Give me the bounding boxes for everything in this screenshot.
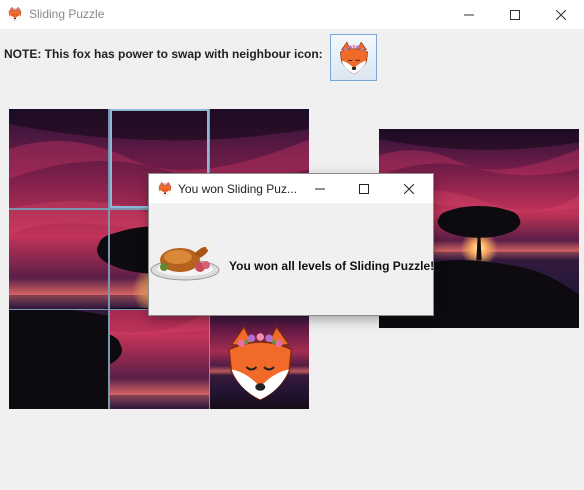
- fox-icon: [210, 310, 309, 409]
- image-piece: [9, 109, 108, 208]
- puzzle-tile[interactable]: [110, 310, 209, 409]
- puzzle-tile[interactable]: [9, 210, 108, 309]
- image-piece: [110, 310, 209, 409]
- close-icon: [404, 183, 414, 194]
- minimize-icon: [464, 14, 474, 15]
- puzzle-tile[interactable]: [9, 109, 108, 208]
- puzzle-tile[interactable]: [9, 310, 108, 409]
- maximize-icon: [510, 9, 520, 20]
- dialog-minimize-button[interactable]: [298, 174, 342, 203]
- roast-turkey-image: [150, 244, 220, 281]
- window-title: Sliding Puzzle: [29, 7, 105, 21]
- dialog-titlebar: You won Sliding Puz...: [149, 174, 433, 203]
- win-dialog: You won Sliding Puz... You won all level…: [149, 174, 435, 315]
- fox-swap-button[interactable]: [330, 34, 377, 81]
- image-piece: [9, 210, 108, 309]
- close-icon: [556, 9, 566, 20]
- minimize-icon: [315, 188, 325, 189]
- note-label: NOTE: This fox has power to swap with ne…: [4, 47, 323, 61]
- dialog-maximize-button[interactable]: [342, 174, 386, 203]
- window-titlebar: Sliding Puzzle: [0, 0, 584, 29]
- dialog-close-button[interactable]: [387, 174, 431, 203]
- close-button[interactable]: [538, 0, 584, 29]
- image-piece: [9, 310, 108, 409]
- maximize-icon: [359, 183, 369, 194]
- fox-tile[interactable]: [210, 310, 309, 409]
- dialog-title: You won Sliding Puz...: [178, 182, 297, 196]
- maximize-button[interactable]: [492, 0, 538, 29]
- fox-icon: [158, 181, 172, 197]
- minimize-button[interactable]: [446, 0, 492, 29]
- win-message: You won all levels of Sliding Puzzle!: [229, 259, 435, 273]
- fox-icon: [8, 6, 22, 22]
- fox-icon: [339, 41, 368, 74]
